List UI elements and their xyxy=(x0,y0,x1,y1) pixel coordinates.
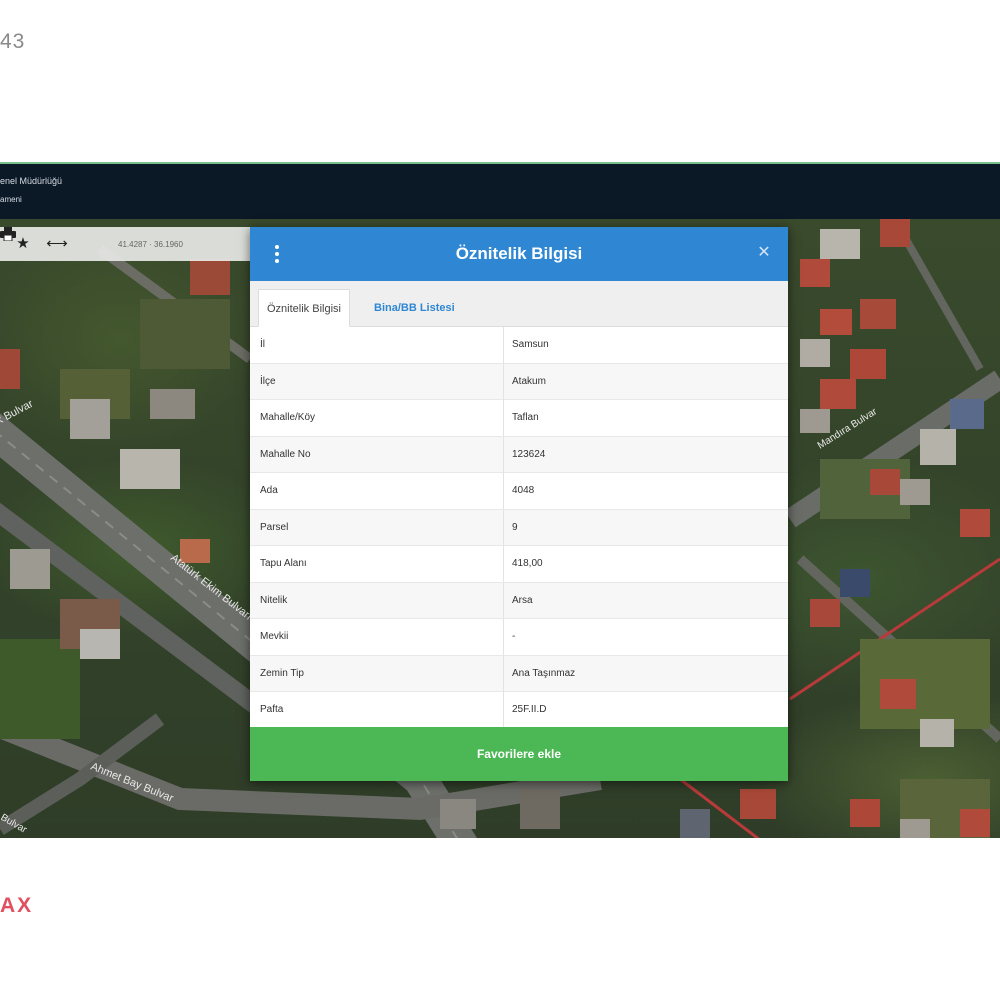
minus-icon[interactable]: ⟷ xyxy=(46,233,68,255)
table-row: İlçe Atakum xyxy=(250,363,788,400)
row-value: 25F.II.D xyxy=(512,704,547,715)
row-key: Parsel xyxy=(260,521,289,533)
row-key: Mahalle No xyxy=(260,448,311,460)
app-title: enel Müdürlüğü xyxy=(0,176,63,186)
table-row: Pafta 25F.II.D xyxy=(250,692,788,729)
app-subtitle: ameni xyxy=(0,195,22,204)
row-value: Atakum xyxy=(512,375,546,387)
row-key: Mahalle/Köy xyxy=(260,412,316,423)
row-value: Ana Taşınmaz xyxy=(512,667,576,679)
row-value: 418,00 xyxy=(512,558,543,569)
tab-building-list[interactable]: Bina/BB Listesi xyxy=(366,289,463,327)
print-icon[interactable] xyxy=(0,227,102,255)
table-row: Tapu Alanı 418,00 xyxy=(250,546,788,583)
map-toolbar: ★ ⟷ 41.4287 · 36.1960 xyxy=(0,227,250,261)
row-key: Pafta xyxy=(260,704,284,715)
brand-text: AX xyxy=(0,894,34,917)
row-value: 9 xyxy=(512,521,518,533)
table-row: İl Samsun xyxy=(250,327,788,364)
row-key: Nitelik xyxy=(260,594,288,606)
row-value: Taflan xyxy=(512,412,539,423)
row-value: Arsa xyxy=(512,594,533,606)
attribute-table: İl Samsun İlçe Atakum Mahalle/Köy Taflan Ma… xyxy=(250,327,788,729)
coordinate-readout: 41.4287 · 36.1960 xyxy=(118,239,183,249)
modal-title: Öznitelik Bilgisi xyxy=(455,244,583,263)
row-value: 4048 xyxy=(512,485,535,496)
row-key: Zemin Tip xyxy=(260,667,304,679)
page-root: 43 enel Müdürlüğü ameni ürk Bulvar Atatü… xyxy=(0,0,1000,1000)
table-row: Nitelik Arsa xyxy=(250,582,788,619)
row-key: Tapu Alanı xyxy=(260,558,307,569)
close-icon[interactable]: ✕ xyxy=(754,243,774,263)
table-row: Parsel 9 xyxy=(250,509,788,546)
attribute-modal: Öznitelik Bilgisi ✕ Öznitelik Bilgisi Bi… xyxy=(250,227,788,781)
row-key: Mevkii xyxy=(260,631,289,642)
table-row: Ada 4048 xyxy=(250,473,788,510)
row-key: Ada xyxy=(260,485,278,496)
tab-attribute-info[interactable]: Öznitelik Bilgisi xyxy=(258,289,350,327)
table-row: Mahalle/Köy Taflan xyxy=(250,400,788,437)
modal-header: Öznitelik Bilgisi ✕ xyxy=(250,227,788,281)
add-to-favorites-button[interactable]: Favorilere ekle xyxy=(250,727,788,781)
table-row: Mevkii - xyxy=(250,619,788,656)
table-row: Mahalle No 123624 xyxy=(250,436,788,473)
row-key: İlçe xyxy=(260,375,276,387)
table-row: Zemin Tip Ana Taşınmaz xyxy=(250,655,788,692)
page-number: 43 xyxy=(0,30,26,53)
row-value: 123624 xyxy=(512,448,546,460)
row-value: - xyxy=(512,631,516,642)
row-value: Samsun xyxy=(512,339,549,350)
modal-tabs: Öznitelik Bilgisi Bina/BB Listesi xyxy=(250,281,788,327)
row-key: İl xyxy=(260,339,265,350)
app-header: enel Müdürlüğü ameni xyxy=(0,164,1000,219)
